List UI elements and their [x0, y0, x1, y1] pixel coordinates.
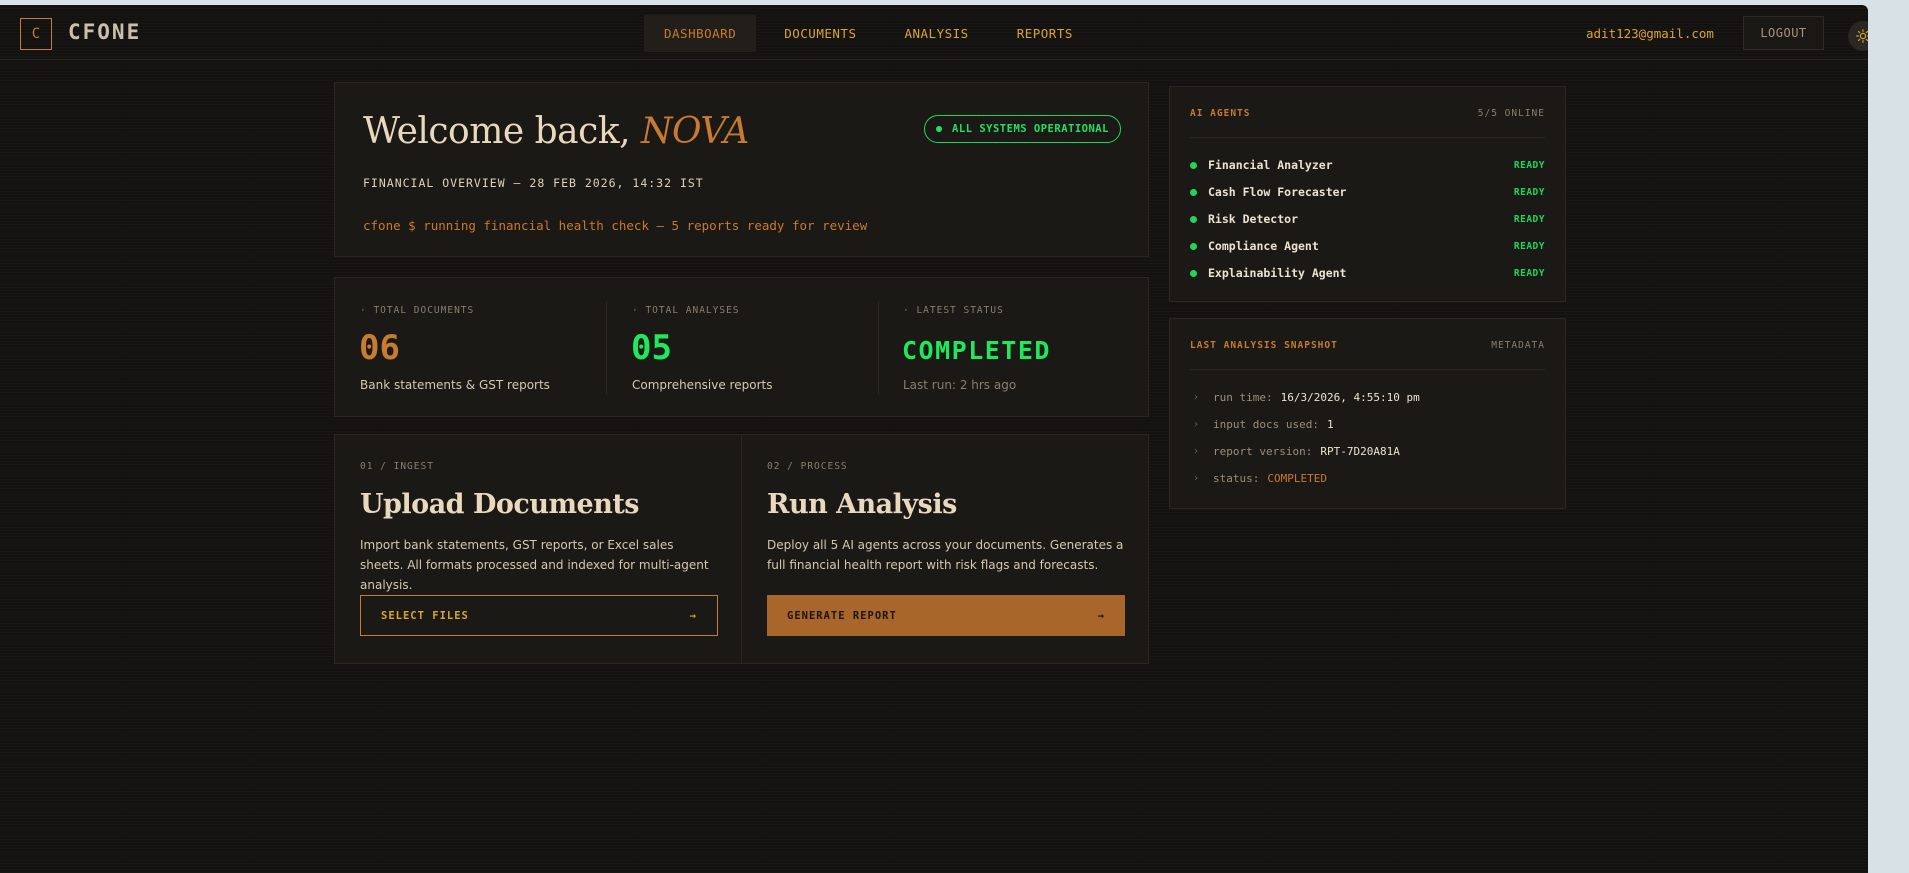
snapshot-title: LAST ANALYSIS SNAPSHOT [1190, 340, 1338, 351]
analysis-card: 02 / PROCESS Run Analysis Deploy all 5 A… [741, 434, 1149, 664]
meta-value: COMPLETED [1267, 471, 1327, 485]
button-label: SELECT FILES [381, 609, 469, 622]
agent-status: READY [1513, 159, 1545, 171]
tab-reports[interactable]: REPORTS [997, 15, 1093, 52]
agent-name: Cash Flow Forecaster [1208, 185, 1347, 199]
select-files-button[interactable]: SELECT FILES → [360, 595, 718, 636]
welcome-username: NOVA [640, 111, 749, 152]
stat-subtext: Bank statements & GST reports [360, 378, 550, 392]
top-navbar: C CFONE DASHBOARD DOCUMENTS ANALYSIS REP… [0, 5, 1868, 60]
meta-key: status: [1213, 471, 1260, 485]
agents-title: AI AGENTS [1190, 108, 1251, 119]
welcome-heading: Welcome back, NOVA [363, 111, 749, 152]
agents-online-count: 5/5 ONLINE [1477, 108, 1545, 119]
logo-mark[interactable]: C [20, 18, 52, 50]
chevron-right-icon: › [1193, 445, 1200, 457]
stat-subtext: Comprehensive reports [632, 378, 773, 392]
meta-value: 1 [1327, 417, 1334, 431]
card-title: Run Analysis [767, 489, 957, 520]
agent-name: Risk Detector [1208, 212, 1299, 226]
snapshot-tag: METADATA [1491, 340, 1545, 351]
theme-toggle-button[interactable] [1848, 21, 1868, 51]
tab-dashboard[interactable]: DASHBOARD [644, 15, 757, 52]
stat-label: · TOTAL DOCUMENTS [360, 305, 475, 316]
agent-status: READY [1513, 213, 1545, 225]
status-dot-icon [936, 126, 943, 132]
meta-value: RPT-7D20A81A [1320, 444, 1400, 458]
stat-subtext: Last run: 2 hrs ago [903, 378, 1017, 392]
stat-latest-status: · LATEST STATUS COMPLETED Last run: 2 hr… [878, 278, 1149, 418]
welcome-panel: Welcome back, NOVA FINANCIAL OVERVIEW — … [334, 82, 1149, 257]
button-label: GENERATE REPORT [787, 609, 897, 622]
meta-key: input docs used: [1213, 417, 1319, 431]
generate-report-button[interactable]: GENERATE REPORT → [767, 595, 1125, 636]
agent-name: Compliance Agent [1208, 239, 1319, 253]
card-title: Upload Documents [360, 489, 640, 520]
divider [1190, 137, 1545, 138]
agent-name: Financial Analyzer [1208, 158, 1333, 172]
agent-name: Explainability Agent [1208, 266, 1347, 280]
agent-row: Explainability Agent READY [1190, 263, 1545, 283]
upload-card: 01 / INGEST Upload Documents Import bank… [334, 434, 742, 664]
meta-row: › status: COMPLETED [1193, 468, 1545, 488]
tab-documents[interactable]: DOCUMENTS [764, 15, 876, 52]
card-description: Deploy all 5 AI agents across your docum… [767, 538, 1124, 572]
brand-name[interactable]: CFONE [68, 20, 141, 44]
arrow-right-icon: → [1097, 609, 1105, 622]
meta-value: 16/3/2026, 4:55:10 pm [1280, 390, 1420, 404]
status-dot-icon [1190, 215, 1197, 223]
agent-row: Financial Analyzer READY [1190, 155, 1545, 175]
chevron-right-icon: › [1193, 391, 1200, 403]
meta-row: › input docs used: 1 [1193, 414, 1545, 434]
chevron-right-icon: › [1193, 472, 1200, 484]
stat-value: 05 [631, 328, 672, 368]
divider [1190, 369, 1545, 370]
app-window: C CFONE DASHBOARD DOCUMENTS ANALYSIS REP… [0, 5, 1868, 873]
agent-status: READY [1513, 240, 1545, 252]
welcome-greeting: Welcome back, [363, 111, 641, 152]
step-label: 02 / PROCESS [767, 461, 848, 472]
status-dot-icon [1190, 242, 1197, 250]
stats-panel: · TOTAL DOCUMENTS 06 Bank statements & G… [334, 277, 1149, 417]
status-dot-icon [1190, 188, 1197, 196]
financial-overview-line: FINANCIAL OVERVIEW — 28 FEB 2026, 14:32 … [363, 176, 704, 190]
chevron-right-icon: › [1193, 418, 1200, 430]
logout-button[interactable]: LOGOUT [1743, 16, 1824, 50]
stat-value: COMPLETED [902, 336, 1051, 365]
step-label: 01 / INGEST [360, 461, 434, 472]
page-scrollbar-gutter[interactable] [1868, 5, 1909, 873]
system-status-badge: ALL SYSTEMS OPERATIONAL [924, 115, 1121, 143]
meta-row: › run time: 16/3/2026, 4:55:10 pm [1193, 387, 1545, 407]
agent-status: READY [1513, 186, 1545, 198]
stat-total-analyses: · TOTAL ANALYSES 05 Comprehensive report… [607, 278, 878, 418]
agent-row: Cash Flow Forecaster READY [1190, 182, 1545, 202]
meta-row: › report version: RPT-7D20A81A [1193, 441, 1545, 461]
stat-label: · TOTAL ANALYSES [632, 305, 740, 316]
agent-row: Compliance Agent READY [1190, 236, 1545, 256]
stat-label: · LATEST STATUS [903, 305, 1004, 316]
last-analysis-snapshot-panel: LAST ANALYSIS SNAPSHOT METADATA › run ti… [1169, 318, 1566, 509]
nav-tabs: DASHBOARD DOCUMENTS ANALYSIS REPORTS [644, 15, 1101, 52]
ai-agents-panel: AI AGENTS 5/5 ONLINE Financial Analyzer … [1169, 86, 1566, 302]
arrow-right-icon: → [689, 609, 697, 622]
agent-status: READY [1513, 267, 1545, 279]
meta-key: report version: [1213, 444, 1313, 458]
stat-total-documents: · TOTAL DOCUMENTS 06 Bank statements & G… [335, 278, 606, 418]
system-status-text: ALL SYSTEMS OPERATIONAL [952, 123, 1109, 135]
meta-key: run time: [1213, 390, 1273, 404]
tab-analysis[interactable]: ANALYSIS [884, 15, 988, 52]
agent-row: Risk Detector READY [1190, 209, 1545, 229]
status-dot-icon [1190, 269, 1197, 277]
sun-icon [1856, 29, 1868, 43]
command-status-line: cfone $ running financial health check —… [363, 218, 868, 233]
stat-value: 06 [359, 328, 400, 368]
user-email: adit123@gmail.com [1586, 26, 1714, 41]
card-description: Import bank statements, GST reports, or … [360, 538, 709, 592]
status-dot-icon [1190, 161, 1197, 169]
